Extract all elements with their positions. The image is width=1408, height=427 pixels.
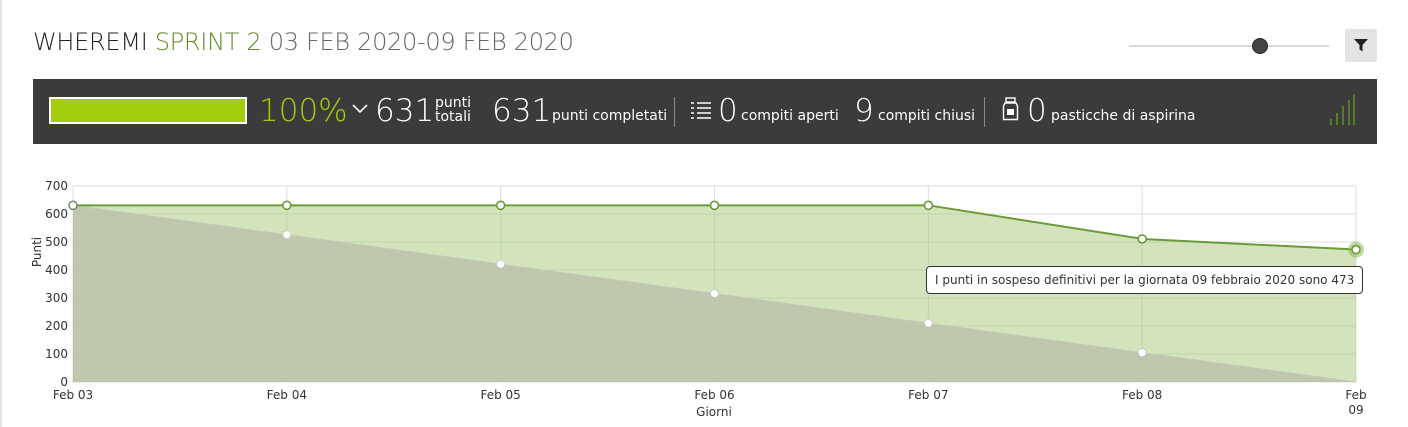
data-point[interactable] bbox=[68, 200, 78, 211]
aspirin-value: 0 bbox=[1027, 93, 1047, 129]
chart-tooltip: I punti in sospeso definitivi per la gio… bbox=[926, 266, 1364, 294]
divider bbox=[674, 97, 675, 127]
chevron-down-icon[interactable] bbox=[352, 104, 368, 114]
completion-percent: 100% bbox=[259, 93, 348, 129]
list-icon bbox=[691, 102, 711, 119]
x-tick-label: 09 bbox=[1348, 403, 1363, 417]
y-tick-label: 600 bbox=[45, 207, 68, 221]
x-tick-label: Feb 04 bbox=[267, 388, 307, 402]
progress-bar-fill bbox=[51, 99, 245, 122]
ideal-point bbox=[282, 230, 292, 240]
data-point[interactable] bbox=[923, 200, 934, 211]
x-tick-label: Feb bbox=[1345, 388, 1366, 402]
y-axis: 0 100 200 300 400 500 600 700 bbox=[45, 179, 68, 389]
closed-tasks-value: 9 bbox=[854, 93, 874, 129]
x-tick-label: Feb 07 bbox=[908, 388, 948, 402]
sprint-dates: 03 FEB 2020-09 FEB 2020 bbox=[268, 28, 574, 56]
data-point[interactable] bbox=[495, 200, 506, 211]
total-points-label: punti totali bbox=[435, 96, 471, 124]
total-points-value: 631 bbox=[375, 93, 435, 129]
completed-points-label: punti completati bbox=[552, 108, 668, 124]
page-title: WHEREMI SPRINT 2 03 FEB 2020-09 FEB 2020 bbox=[33, 28, 574, 56]
y-tick-label: 100 bbox=[45, 347, 68, 361]
aspirin-label: pasticche di aspirina bbox=[1051, 108, 1196, 124]
closed-tasks-label: compiti chiusi bbox=[878, 108, 976, 124]
y-axis-label: Punti bbox=[30, 237, 44, 267]
x-tick-label: Feb 08 bbox=[1122, 388, 1162, 402]
pill-bottle-icon bbox=[1002, 97, 1019, 121]
open-tasks-value: 0 bbox=[718, 93, 738, 129]
x-tick-label: Feb 03 bbox=[53, 388, 93, 402]
progress-bar bbox=[49, 97, 247, 124]
zoom-slider-handle[interactable] bbox=[1252, 38, 1268, 54]
sprint-stats-bar: 100% 631 punti totali 631 punti completa… bbox=[33, 79, 1377, 144]
total-points-label-line1: punti bbox=[435, 95, 472, 111]
signal-bars-icon bbox=[1330, 94, 1355, 125]
filter-icon bbox=[1354, 39, 1368, 52]
y-tick-label: 0 bbox=[60, 375, 68, 389]
ideal-point bbox=[710, 289, 719, 299]
ideal-point bbox=[496, 259, 506, 269]
total-points-label-line2: totali bbox=[435, 109, 471, 125]
data-point[interactable] bbox=[709, 200, 720, 211]
x-tick-label: Feb 05 bbox=[480, 388, 520, 402]
divider bbox=[984, 97, 985, 127]
completed-points-value: 631 bbox=[492, 93, 552, 129]
data-point[interactable] bbox=[1137, 234, 1147, 244]
y-tick-label: 500 bbox=[45, 235, 68, 249]
y-tick-label: 200 bbox=[45, 319, 68, 333]
project-name: WHEREMI bbox=[33, 28, 148, 56]
x-tick-label: Feb 06 bbox=[694, 388, 734, 402]
zoom-slider-track[interactable] bbox=[1129, 45, 1329, 47]
y-tick-label: 400 bbox=[45, 263, 68, 277]
sprint-name: SPRINT 2 bbox=[154, 28, 262, 56]
filter-button[interactable] bbox=[1345, 29, 1377, 62]
ideal-point bbox=[923, 318, 933, 328]
data-point[interactable] bbox=[1351, 244, 1361, 255]
open-tasks-label: compiti aperti bbox=[741, 108, 839, 124]
data-point[interactable] bbox=[282, 200, 292, 211]
y-tick-label: 300 bbox=[45, 291, 68, 305]
y-tick-label: 700 bbox=[45, 179, 68, 193]
ideal-point bbox=[1137, 348, 1147, 358]
x-axis-label: Giorni bbox=[696, 405, 732, 419]
